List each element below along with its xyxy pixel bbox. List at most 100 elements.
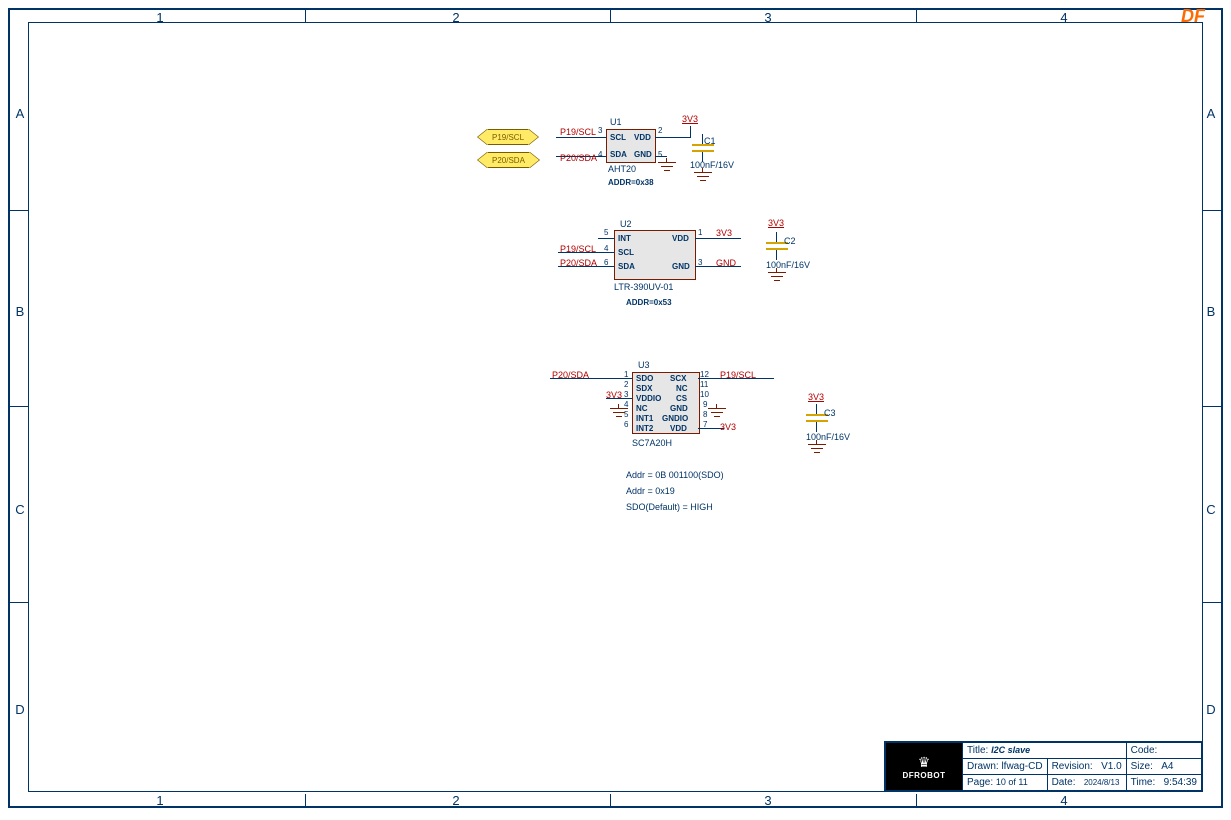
u1-pin3: 3 [598,126,602,135]
u1-pin-vdd-name: VDD [634,133,651,142]
ruler-top-3: 3 [760,10,776,25]
tb-drawn: Drawn: lfwag-CD [962,759,1047,775]
u1-pin2: 2 [658,126,662,135]
p10: 10 [700,390,709,399]
port-tip-icon [528,129,538,145]
p11: 11 [700,380,708,389]
u2-vdd: VDD [672,234,689,243]
tb-size-v: A4 [1161,761,1173,772]
ruler-bot-1: 1 [152,793,168,808]
tb-title-v: I2C slave [991,745,1030,755]
port-tip-icon [529,152,539,168]
ruler-left-D: D [12,702,28,717]
u1-ref: U1 [610,117,622,127]
c2-ref: C2 [784,236,796,246]
ruler-right-B: B [1203,304,1219,319]
tb-brand: DFROBOT [890,771,958,780]
port-label: P20/SDA [487,152,530,168]
tick [610,794,611,808]
tb-rev: Revision: V1.0 [1047,759,1126,775]
u2-scl-net: P19/SCL [560,244,596,254]
ruler-left-B: B [12,304,28,319]
u1-pin-gnd-name: GND [634,150,652,159]
ruler-bot-4: 4 [1056,793,1072,808]
port-tip-icon [478,129,488,145]
u2-sda-net: P20/SDA [560,258,597,268]
tb-rev-v: V1.0 [1101,761,1122,772]
u2-vdd-net: 3V3 [716,228,732,238]
u1-pin-sda-name: SDA [610,150,627,159]
tb-date: Date: 2024/8/13 [1047,775,1126,791]
u2-part: LTR-390UV-01 [614,282,673,292]
tb-rev-k: Revision: [1052,761,1093,772]
gnd-icon [692,168,714,184]
tb-code-k: Code: [1131,745,1158,756]
wire [598,238,614,239]
c3-rail: 3V3 [808,392,824,402]
wire [655,137,691,138]
u3-note2: Addr = 0x19 [626,486,675,496]
wire [695,238,741,239]
u3-sdx: SDX [636,384,652,393]
crown-icon: ♛ [890,754,958,771]
tb-page: Page: 10 of 11 [962,775,1047,791]
tick [1203,602,1223,603]
ruler-left-A: A [12,106,28,121]
ruler-top-4: 4 [1056,10,1072,25]
u2-ref: U2 [620,219,632,229]
wire [556,137,606,138]
title-block: ♛ DFROBOT Title: I2C slave Code: Drawn: … [884,741,1203,792]
tb-title-k: Title: [967,745,988,756]
ruler-right-D: D [1203,702,1219,717]
u2-pin5: 5 [604,228,608,237]
u3-gnd: GND [670,404,688,413]
tick [305,794,306,808]
gnd-icon [706,404,728,420]
ruler-left-C: C [12,502,28,517]
tb-size-k: Size: [1131,761,1153,772]
tb-date-k: Date: [1052,777,1076,788]
u1-scl-netname: P19/SCL [560,127,596,137]
p2: 2 [624,380,628,389]
u3-vddio-net: 3V3 [606,390,622,400]
tick [916,794,917,808]
ruler-top-2: 2 [448,10,464,25]
u3-scx-net: P19/SCL [720,370,756,380]
schematic-sheet: DF 1 2 3 4 1 2 3 4 A B C D A B C D U1 SC… [0,0,1231,820]
u1-pin4: 4 [598,150,602,159]
ruler-right-C: C [1203,502,1219,517]
tb-drawn-k: Drawn: [967,761,999,772]
tick [916,8,917,22]
u2-pin1: 1 [698,228,702,237]
u1-sda-netname: P20/SDA [560,153,597,163]
ruler-right-A: A [1203,106,1219,121]
u3-vddio: VDDIO [636,394,661,403]
tb-time-v: 9:54:39 [1164,777,1197,788]
port-p19scl: P19/SCL [478,130,538,144]
tick [8,602,28,603]
tick [305,8,306,22]
u3-cs: CS [676,394,687,403]
u2-sda: SDA [618,262,635,271]
tick [1203,406,1223,407]
u3-nc: NC [636,404,648,413]
tb-code: Code: [1126,743,1201,759]
ruler-bot-3: 3 [760,793,776,808]
port-label: P19/SCL [487,129,529,145]
u3-sdo: SDO [636,374,653,383]
tb-title: Title: I2C slave [962,743,1126,759]
gnd-icon [608,404,630,420]
tb-drawn-v: lfwag-CD [1001,761,1042,772]
port-tip-icon [478,152,488,168]
tb-date-v: 2024/8/13 [1084,778,1120,787]
u2-int: INT [618,234,631,243]
u3-note3: SDO(Default) = HIGH [626,502,713,512]
u2-scl: SCL [618,248,634,257]
u3-int1: INT1 [636,414,653,423]
tb-page-v: 10 of 11 [996,777,1028,787]
tick [8,406,28,407]
u3-note1: Addr = 0B 001100(SDO) [626,470,724,480]
df-logo: DF [1181,6,1205,27]
u2-addr: ADDR=0x53 [626,298,672,307]
c1-ref: C1 [704,136,716,146]
